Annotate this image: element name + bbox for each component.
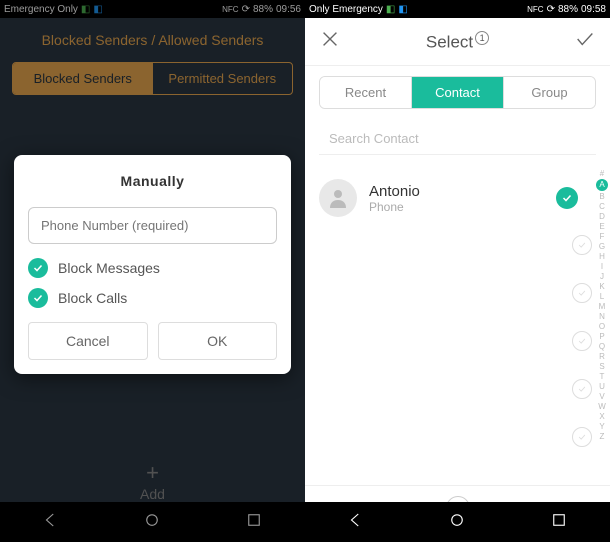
alpha-letter[interactable]: M: [599, 302, 606, 311]
tab-contact[interactable]: Contact: [411, 77, 503, 108]
alpha-letter[interactable]: F: [600, 232, 605, 241]
alpha-letter[interactable]: O: [599, 322, 605, 331]
clock-text: 09:56: [276, 4, 301, 15]
sender-tabs: Blocked Senders Permitted Senders: [12, 62, 293, 95]
empty-check-icon: [572, 283, 592, 303]
alpha-letter[interactable]: T: [600, 372, 605, 381]
alpha-letter[interactable]: E: [599, 222, 604, 231]
close-icon[interactable]: [319, 28, 341, 55]
alpha-letter[interactable]: I: [601, 262, 603, 271]
alpha-letter[interactable]: #: [600, 169, 604, 178]
carrier-text: Emergency Only: [4, 4, 78, 15]
alpha-letter[interactable]: Y: [599, 422, 604, 431]
alpha-letter[interactable]: N: [599, 312, 605, 321]
ok-button[interactable]: OK: [158, 322, 278, 360]
right-screenshot: Only Emergency ◧◧ NFC ⟳ 88% 09:58 Select…: [305, 0, 610, 542]
contact-list: Antonio Phone #ABCDEFGHIJKLMNOPQRSTUVWXY…: [305, 165, 610, 485]
carrier-text: Only Emergency: [309, 4, 383, 15]
plus-icon: +: [0, 460, 305, 486]
alpha-letter[interactable]: V: [599, 392, 604, 401]
alpha-letter[interactable]: C: [599, 202, 605, 211]
status-bar: Only Emergency ◧◧ NFC ⟳ 88% 09:58: [305, 0, 610, 18]
back-icon[interactable]: [42, 511, 60, 534]
confirm-icon[interactable]: [574, 28, 596, 55]
contact-name: Antonio: [369, 183, 544, 200]
alpha-letter[interactable]: G: [599, 242, 605, 251]
empty-check-icon: [572, 427, 592, 447]
alpha-letter[interactable]: D: [599, 212, 605, 221]
alpha-letter[interactable]: Q: [599, 342, 605, 351]
tab-group[interactable]: Group: [503, 77, 595, 108]
avatar-icon: [319, 179, 357, 217]
alpha-letter[interactable]: J: [600, 272, 604, 281]
empty-check-icon: [572, 235, 592, 255]
alpha-letter[interactable]: S: [599, 362, 604, 371]
search-input[interactable]: Search Contact: [319, 123, 596, 155]
recent-apps-icon[interactable]: [245, 511, 263, 534]
contact-row[interactable]: Antonio Phone: [319, 173, 596, 223]
home-icon[interactable]: [143, 511, 161, 534]
alpha-letter[interactable]: B: [599, 192, 604, 201]
cancel-button[interactable]: Cancel: [28, 322, 148, 360]
block-calls-row[interactable]: Block Calls: [28, 288, 277, 308]
clock-text: 09:58: [581, 4, 606, 15]
alpha-letter[interactable]: X: [599, 412, 604, 421]
block-calls-label: Block Calls: [58, 290, 127, 306]
empty-check-icon: [572, 331, 592, 351]
alpha-letter[interactable]: W: [598, 402, 606, 411]
selection-count: 1: [475, 31, 489, 45]
alpha-letter[interactable]: A: [596, 179, 608, 191]
alpha-index[interactable]: #ABCDEFGHIJKLMNOPQRSTUVWXYZ: [596, 169, 608, 441]
battery-text: 88%: [558, 4, 578, 15]
alpha-letter[interactable]: P: [599, 332, 604, 341]
home-icon[interactable]: [448, 511, 466, 534]
select-title: Select1: [426, 31, 489, 53]
android-navbar: [305, 502, 610, 542]
status-bar: Emergency Only ◧◧ NFC ⟳ 88% 09:56: [0, 0, 305, 18]
select-header: Select1: [305, 18, 610, 66]
checkmark-icon: [28, 258, 48, 278]
alpha-letter[interactable]: H: [599, 252, 605, 261]
page-title: Blocked Senders / Allowed Senders: [0, 18, 305, 62]
block-messages-label: Block Messages: [58, 260, 160, 276]
phone-number-input[interactable]: [28, 207, 277, 244]
add-button[interactable]: + Add: [0, 460, 305, 502]
alpha-letter[interactable]: Z: [600, 432, 605, 441]
selected-checkmark-icon: [556, 187, 578, 209]
contact-subtitle: Phone: [369, 200, 544, 214]
source-tabs: Recent Contact Group: [319, 76, 596, 109]
selection-placeholders: [572, 221, 592, 461]
alpha-letter[interactable]: K: [599, 282, 604, 291]
tab-recent[interactable]: Recent: [320, 77, 411, 108]
android-navbar: [0, 502, 305, 542]
alpha-letter[interactable]: U: [599, 382, 605, 391]
empty-check-icon: [572, 379, 592, 399]
left-screenshot: Emergency Only ◧◧ NFC ⟳ 88% 09:56 Blocke…: [0, 0, 305, 542]
dialog-title: Manually: [28, 173, 277, 189]
back-icon[interactable]: [347, 511, 365, 534]
checkmark-icon: [28, 288, 48, 308]
tab-blocked-senders[interactable]: Blocked Senders: [13, 63, 153, 94]
recent-apps-icon[interactable]: [550, 511, 568, 534]
battery-text: 88%: [253, 4, 273, 15]
add-label: Add: [140, 486, 165, 502]
add-manually-dialog: Manually Block Messages Block Calls Canc…: [14, 155, 291, 374]
alpha-letter[interactable]: L: [600, 292, 604, 301]
alpha-letter[interactable]: R: [599, 352, 605, 361]
tab-permitted-senders[interactable]: Permitted Senders: [153, 63, 293, 94]
block-messages-row[interactable]: Block Messages: [28, 258, 277, 278]
